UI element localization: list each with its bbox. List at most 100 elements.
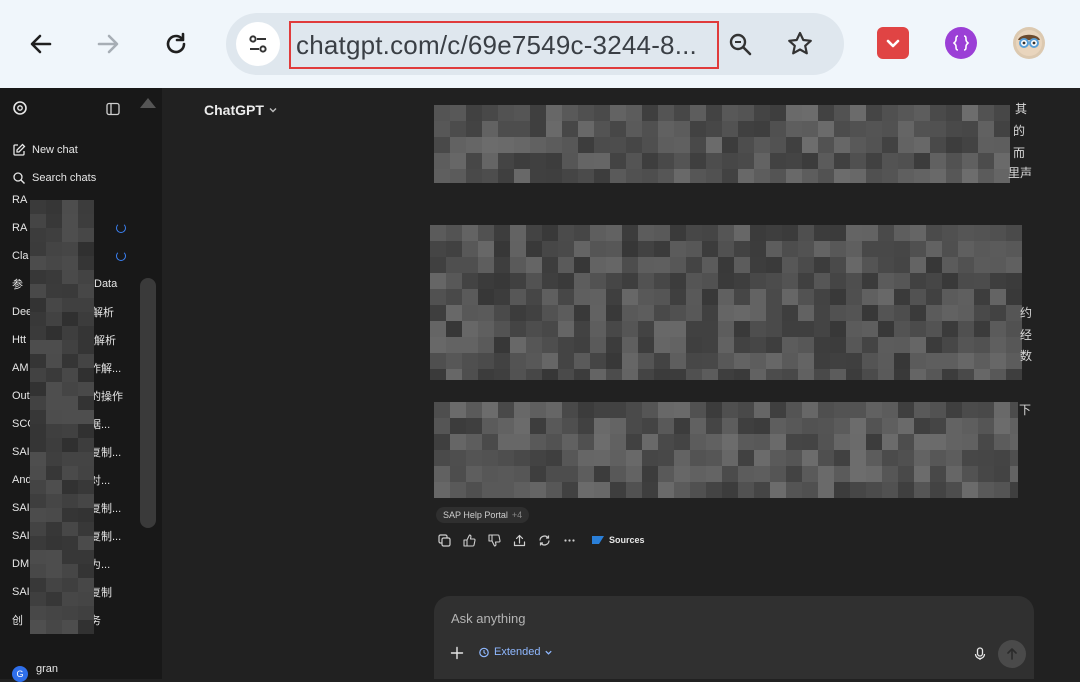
pixel-block — [590, 241, 606, 257]
pixel-block — [530, 450, 546, 466]
regenerate-button[interactable] — [536, 532, 552, 548]
pixel-block — [706, 153, 722, 169]
pixel-block — [674, 153, 690, 169]
pixel-block — [482, 482, 498, 498]
add-attachment-button[interactable] — [449, 645, 465, 661]
user-name[interactable]: gran — [36, 663, 58, 675]
pixel-block — [62, 270, 78, 284]
prompt-input[interactable]: Ask anything — [451, 611, 525, 626]
thumbs-up-button[interactable] — [461, 532, 477, 548]
pixel-block — [446, 321, 462, 337]
pixel-block — [738, 434, 754, 450]
pixel-block — [590, 273, 606, 289]
pixel-block — [754, 466, 770, 482]
pocket-extension[interactable] — [877, 27, 909, 59]
pixel-block — [46, 424, 62, 438]
pixel-block — [670, 353, 686, 369]
pixel-block — [910, 337, 926, 353]
pixel-block — [626, 105, 642, 121]
pixel-block — [46, 312, 62, 326]
pixel-block — [702, 337, 718, 353]
pixel-block — [674, 402, 690, 418]
pixel-block — [850, 105, 866, 121]
pixel-block — [750, 273, 766, 289]
extended-thinking-toggle[interactable]: Extended — [478, 646, 553, 658]
pixel-block — [818, 137, 834, 153]
pixel-block — [882, 418, 898, 434]
site-info-button[interactable] — [236, 22, 280, 66]
pixel-block — [850, 153, 866, 169]
search-tab-button[interactable] — [716, 20, 764, 68]
pixel-block — [526, 225, 542, 241]
more-button[interactable] — [561, 532, 577, 548]
sources-button[interactable]: Sources — [592, 535, 645, 545]
pixel-block — [498, 434, 514, 450]
pixel-block — [846, 241, 862, 257]
avatar[interactable]: G — [12, 666, 28, 682]
model-selector[interactable]: ChatGPT — [204, 102, 278, 118]
profile-extension[interactable] — [1013, 27, 1045, 59]
pixel-block — [46, 242, 62, 256]
pixel-block — [638, 353, 654, 369]
pixel-block — [78, 270, 94, 284]
pixel-block — [30, 326, 46, 340]
pixel-block — [866, 434, 882, 450]
thumbs-down-button[interactable] — [486, 532, 502, 548]
pixel-block — [626, 153, 642, 169]
pixel-block — [46, 340, 62, 354]
sidebar-toggle-icon[interactable] — [106, 102, 120, 116]
pixel-block — [62, 620, 78, 634]
pixel-block — [594, 137, 610, 153]
search-chats-button[interactable]: Search chats — [12, 171, 96, 185]
forward-button[interactable] — [84, 20, 132, 68]
back-button[interactable] — [17, 20, 65, 68]
pixel-block — [606, 225, 622, 241]
pixel-block — [718, 241, 734, 257]
pixel-block — [578, 418, 594, 434]
sidebar-scrollbar[interactable] — [140, 278, 156, 528]
pixel-block — [482, 105, 498, 121]
new-chat-button[interactable]: New chat — [12, 143, 78, 157]
pixel-block — [878, 337, 894, 353]
reload-button[interactable] — [152, 20, 200, 68]
code-extension[interactable] — [945, 27, 977, 59]
pixel-block — [62, 536, 78, 550]
pixel-block — [562, 169, 578, 183]
pixel-block — [546, 137, 562, 153]
bookmark-button[interactable] — [776, 20, 824, 68]
scroll-up-arrow[interactable] — [140, 98, 156, 108]
pixel-block — [590, 321, 606, 337]
pixel-block — [78, 508, 94, 522]
pixel-block — [798, 353, 814, 369]
pixel-block — [62, 606, 78, 620]
share-button[interactable] — [511, 532, 527, 548]
pixel-block — [974, 273, 990, 289]
pixel-block — [722, 121, 738, 137]
pixel-block — [62, 578, 78, 592]
pixel-block — [626, 450, 642, 466]
pixel-block — [846, 369, 862, 380]
microphone-icon[interactable] — [972, 646, 988, 662]
pixel-block — [658, 402, 674, 418]
openai-logo-icon[interactable] — [12, 100, 28, 116]
pixel-block — [574, 369, 590, 380]
pixel-block — [46, 382, 62, 396]
pixel-block — [974, 369, 990, 380]
pixel-block — [654, 321, 670, 337]
url-field[interactable]: chatgpt.com/c/69e7549c-3244-8... — [289, 21, 719, 69]
chevron-down-icon — [269, 108, 277, 113]
pixel-block — [894, 257, 910, 273]
pixel-block — [942, 353, 958, 369]
source-chip[interactable]: SAP Help Portal +4 — [436, 507, 530, 523]
copy-button[interactable] — [436, 532, 452, 548]
pixel-block — [62, 312, 78, 326]
pixel-block — [578, 402, 594, 418]
pixel-block — [498, 105, 514, 121]
pixel-block — [990, 337, 1006, 353]
pixel-block — [590, 289, 606, 305]
pixel-block — [834, 121, 850, 137]
send-button[interactable] — [998, 640, 1026, 668]
pixel-block — [946, 450, 962, 466]
pixel-block — [530, 466, 546, 482]
pixel-block — [926, 369, 942, 380]
